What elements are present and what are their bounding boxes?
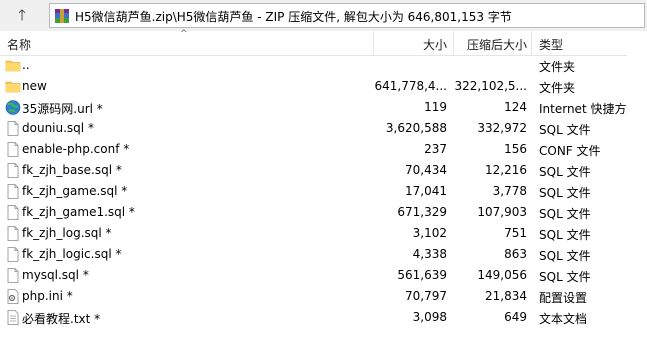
file-icon xyxy=(5,183,21,200)
file-row[interactable]: 35源码网.url * 119 124 Internet 快捷方式 xyxy=(0,97,647,118)
file-type: SQL 文件 xyxy=(539,249,591,263)
file-type: SQL 文件 xyxy=(539,165,591,179)
file-icon xyxy=(5,141,21,158)
file-name: fk_zjh_base.sql * xyxy=(22,163,122,177)
file-packed-size: 124 xyxy=(504,100,527,114)
file-type: 文件夹 xyxy=(539,60,576,74)
column-divider[interactable] xyxy=(531,31,532,55)
column-header: 名称 ^ 大小 压缩后大小 类型 xyxy=(0,29,647,56)
file-row[interactable]: 必看教程.txt * 3,098 649 文本文档 xyxy=(0,307,647,328)
column-size[interactable]: 大小 xyxy=(423,36,447,53)
archive-icon xyxy=(55,9,69,23)
file-type: 文件夹 xyxy=(539,81,576,95)
file-name: enable-php.conf * xyxy=(22,142,130,156)
file-packed-size: 863 xyxy=(504,247,527,261)
file-packed-size: 3,778 xyxy=(492,184,527,198)
file-size: 3,102 xyxy=(412,226,447,240)
column-name[interactable]: 名称 xyxy=(7,36,31,53)
file-row[interactable]: fk_zjh_game1.sql * 671,329 107,903 SQL 文件 xyxy=(0,202,647,223)
address-bar: 🡑 H5微信葫芦鱼.zip\H5微信葫芦鱼 - ZIP 压缩文件, 解包大小为 … xyxy=(0,0,647,31)
file-name: mysql.sql * xyxy=(22,268,89,282)
file-type: 配置设置 xyxy=(539,291,588,305)
file-type: SQL 文件 xyxy=(539,228,591,242)
file-row[interactable]: mysql.sql * 561,639 149,056 SQL 文件 xyxy=(0,265,647,286)
file-icon xyxy=(5,225,21,242)
file-name: fk_zjh_logic.sql * xyxy=(22,247,122,261)
file-size: 3,620,588 xyxy=(385,121,447,135)
file-row[interactable]: fk_zjh_game.sql * 17,041 3,778 SQL 文件 xyxy=(0,181,647,202)
file-name: douniu.sql * xyxy=(22,121,94,135)
file-name: fk_zjh_game1.sql * xyxy=(22,205,135,219)
file-size: 119 xyxy=(424,100,447,114)
file-row[interactable]: new 641,778,4... 322,102,5... 文件夹 xyxy=(0,76,647,97)
file-packed-size: 332,972 xyxy=(477,121,527,135)
file-packed-size: 156 xyxy=(504,142,527,156)
file-icon xyxy=(5,162,21,179)
file-row[interactable]: fk_zjh_logic.sql * 4,338 863 SQL 文件 xyxy=(0,244,647,265)
text-file-icon xyxy=(5,309,21,326)
file-size: 641,778,4... xyxy=(374,79,447,93)
path-field[interactable]: H5微信葫芦鱼.zip\H5微信葫芦鱼 - ZIP 压缩文件, 解包大小为 64… xyxy=(49,3,645,28)
file-type: CONF 文件 xyxy=(539,144,601,158)
file-name: .. xyxy=(22,58,30,72)
file-row[interactable]: .. 文件夹 xyxy=(0,55,647,76)
file-row[interactable]: php.ini * 70,797 21,834 配置设置 xyxy=(0,286,647,307)
file-type: SQL 文件 xyxy=(539,186,591,200)
file-size: 237 xyxy=(424,142,447,156)
file-size: 70,797 xyxy=(405,289,447,303)
column-divider[interactable] xyxy=(373,31,374,55)
folder-icon xyxy=(5,57,21,74)
file-type: Internet 快捷方式 xyxy=(539,102,639,116)
sort-up-icon: ^ xyxy=(180,29,188,39)
file-name: php.ini * xyxy=(22,289,73,303)
file-size: 671,329 xyxy=(397,205,447,219)
file-type: SQL 文件 xyxy=(539,207,591,221)
folder-icon xyxy=(5,78,21,95)
file-packed-size: 322,102,5... xyxy=(454,79,527,93)
file-type: 文本文档 xyxy=(539,312,588,326)
file-icon xyxy=(5,120,21,137)
column-type[interactable]: 类型 xyxy=(539,36,563,53)
file-type: SQL 文件 xyxy=(539,123,591,137)
file-name: 必看教程.txt * xyxy=(22,312,101,326)
file-packed-size: 21,834 xyxy=(485,289,527,303)
path-text: H5微信葫芦鱼.zip\H5微信葫芦鱼 - ZIP 压缩文件, 解包大小为 64… xyxy=(75,10,512,24)
settings-file-icon xyxy=(5,288,21,305)
file-size: 3,098 xyxy=(412,310,447,324)
file-size: 70,434 xyxy=(405,163,447,177)
file-type: SQL 文件 xyxy=(539,270,591,284)
file-icon xyxy=(5,246,21,263)
file-row[interactable]: enable-php.conf * 237 156 CONF 文件 xyxy=(0,139,647,160)
file-icon xyxy=(5,204,21,221)
file-packed-size: 751 xyxy=(504,226,527,240)
file-name: 35源码网.url * xyxy=(22,102,103,116)
file-size: 17,041 xyxy=(405,184,447,198)
up-arrow-icon[interactable]: 🡑 xyxy=(12,5,32,25)
scroll-area xyxy=(627,55,647,360)
globe-icon xyxy=(5,99,21,116)
file-name: new xyxy=(22,79,47,93)
file-icon xyxy=(5,267,21,284)
file-name: fk_zjh_log.sql * xyxy=(22,226,112,240)
file-row[interactable]: fk_zjh_log.sql * 3,102 751 SQL 文件 xyxy=(0,223,647,244)
column-packed-size[interactable]: 压缩后大小 xyxy=(467,36,527,53)
file-size: 4,338 xyxy=(412,247,447,261)
file-name: fk_zjh_game.sql * xyxy=(22,184,128,198)
column-divider[interactable] xyxy=(453,31,454,55)
file-packed-size: 649 xyxy=(504,310,527,324)
file-packed-size: 12,216 xyxy=(485,163,527,177)
file-row[interactable]: douniu.sql * 3,620,588 332,972 SQL 文件 xyxy=(0,118,647,139)
file-packed-size: 149,056 xyxy=(477,268,527,282)
file-size: 561,639 xyxy=(397,268,447,282)
file-packed-size: 107,903 xyxy=(477,205,527,219)
file-row[interactable]: fk_zjh_base.sql * 70,434 12,216 SQL 文件 xyxy=(0,160,647,181)
